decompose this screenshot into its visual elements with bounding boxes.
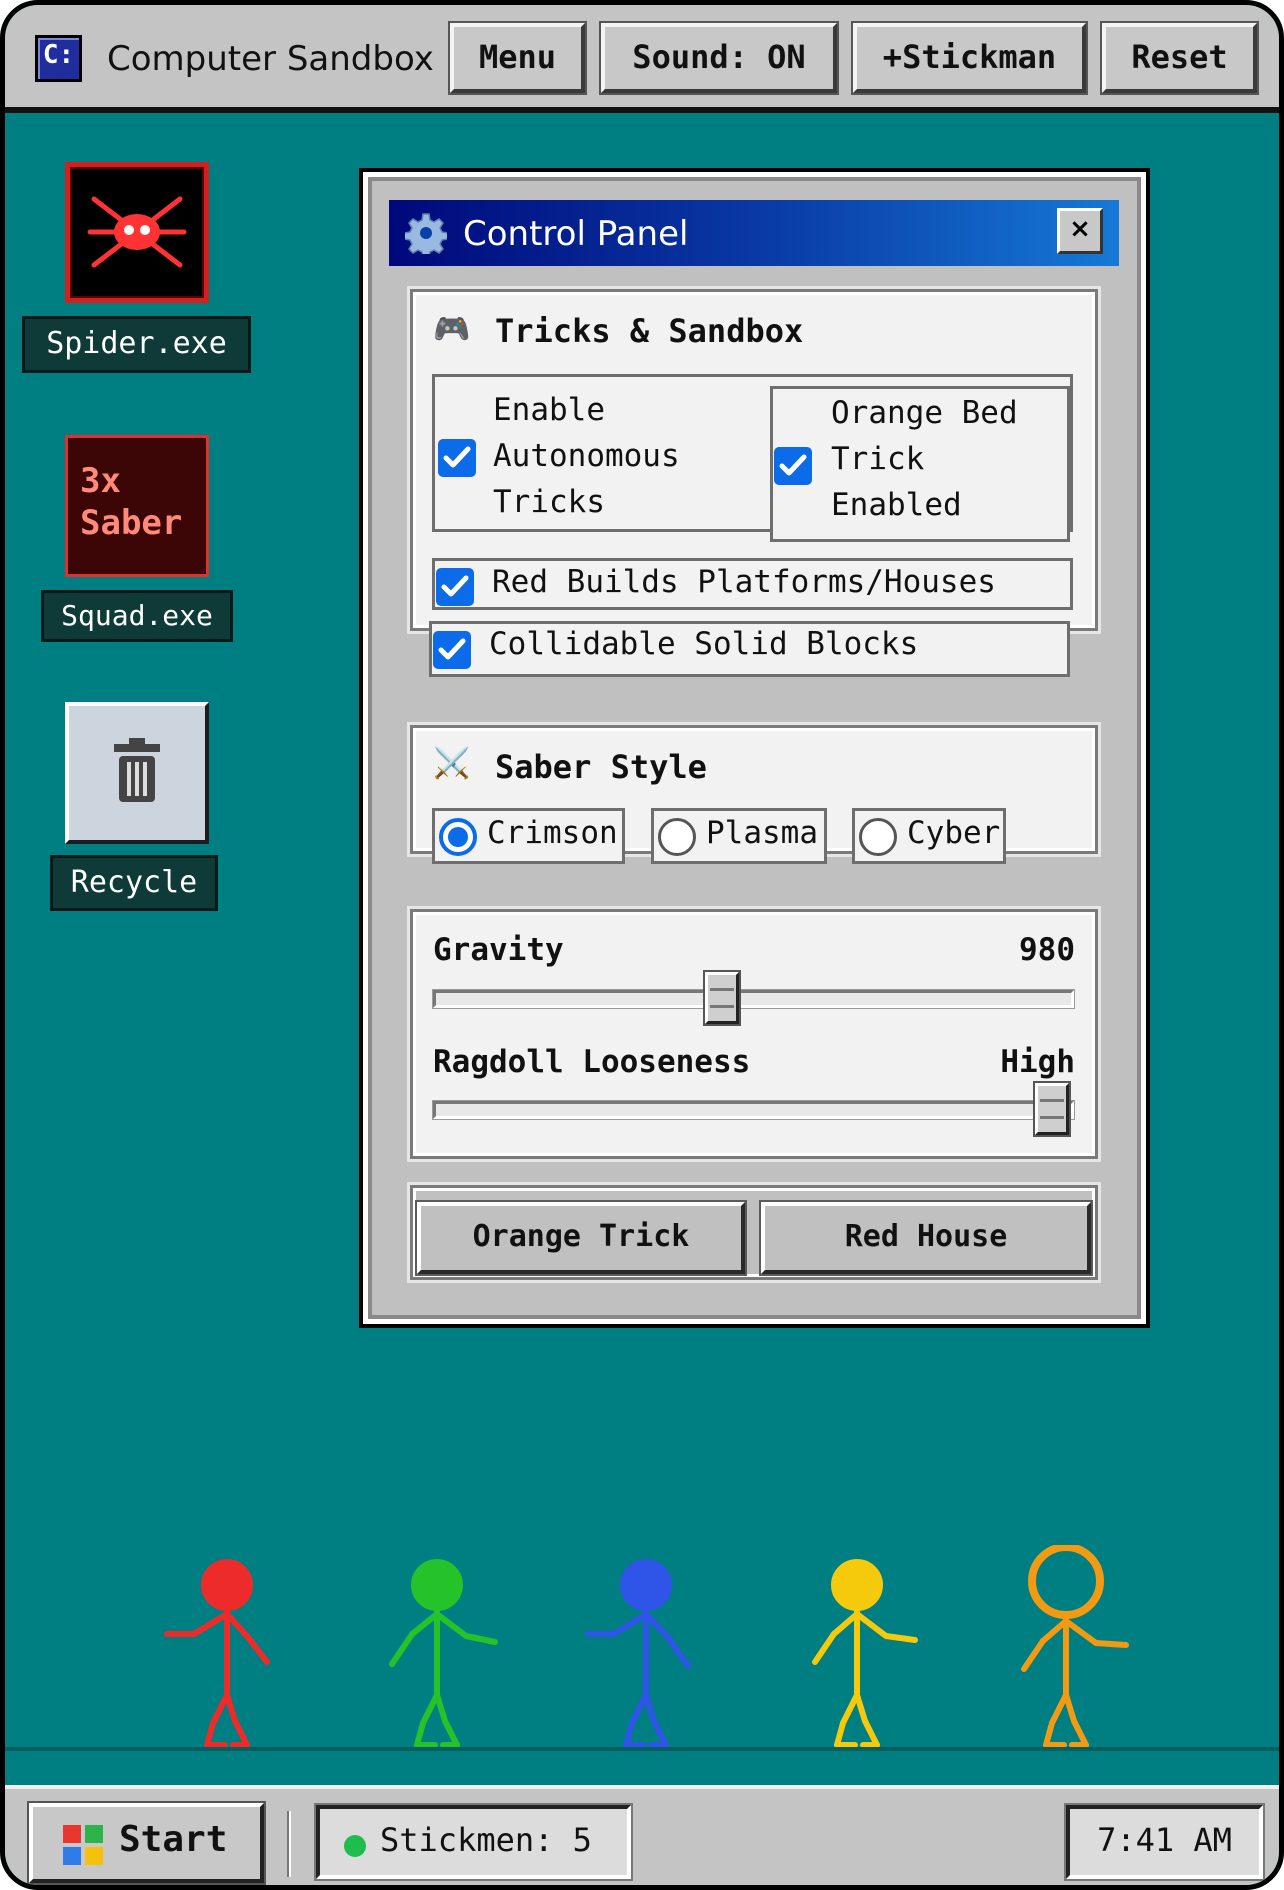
checkmark-icon (438, 638, 466, 660)
spider-label[interactable]: Spider.exe (22, 316, 251, 373)
orange-trick-button[interactable]: Orange Trick (417, 1202, 745, 1274)
stickman-5[interactable] (1021, 1545, 1129, 1748)
orange-bed-trick-label: Orange Bed Trick Enabled (831, 390, 1018, 528)
checkbox-red-builds[interactable] (436, 568, 474, 606)
checkbox-collidable-blocks[interactable] (433, 631, 471, 669)
checkmark-icon (779, 454, 807, 476)
squad-tile-line1: 3x (80, 461, 121, 501)
start-button[interactable]: Start (29, 1803, 264, 1883)
menu-button[interactable]: Menu (450, 23, 585, 93)
gravity-slider-thumb[interactable] (704, 972, 739, 1024)
ragdoll-slider[interactable] (433, 1083, 1074, 1135)
checkmark-icon (443, 446, 471, 468)
recycle-desktop-icon[interactable] (65, 702, 209, 844)
app-title: Computer Sandbox (107, 39, 434, 79)
gear-icon (405, 213, 447, 254)
squad-desktop-icon[interactable]: 3x Saber (65, 435, 209, 577)
checkmark-icon (441, 575, 469, 597)
spider-icon (87, 196, 187, 268)
tricks-sandbox-group: 🎮 Tricks & Sandbox Enable Autonomous Tri… (410, 289, 1098, 631)
taskbar: Start Stickmen: 5 7:41 AM (5, 1785, 1279, 1885)
recycle-label[interactable]: Recycle (50, 855, 218, 911)
radio-cyber[interactable] (859, 818, 897, 856)
autonomous-line3: Tricks (493, 484, 605, 520)
title-bar: C: Computer Sandbox Menu Sound: ON +Stic… (5, 5, 1279, 113)
squad-tile-line2: Saber (80, 503, 183, 543)
crimson-label: Crimson (487, 815, 618, 851)
control-panel-titlebar[interactable]: Control Panel × (389, 200, 1119, 266)
stickmen-count-panel: Stickmen: 5 (316, 1805, 631, 1879)
saber-option-cyber[interactable]: Cyber (852, 808, 1006, 864)
crossed-swords-icon: ⚔️ (433, 746, 471, 781)
ragdoll-label: Ragdoll Looseness (433, 1044, 751, 1080)
stickmen-count: Stickmen: 5 (380, 1821, 592, 1859)
sandbox-screen: C: Computer Sandbox Menu Sound: ON +Stic… (0, 0, 1284, 1890)
ragdoll-value: High (1000, 1044, 1075, 1080)
tricks-group-title: Tricks & Sandbox (495, 312, 804, 350)
cyber-label: Cyber (907, 815, 1001, 851)
clock: 7:41 AM (1066, 1805, 1263, 1879)
windows-logo-icon (63, 1825, 103, 1865)
stickman-3[interactable] (585, 1559, 691, 1748)
saber-group-title: Saber Style (495, 748, 707, 786)
red-builds-option[interactable]: Red Builds Platforms/Houses (432, 558, 1073, 610)
orange-bed-line3: Enabled (831, 487, 962, 523)
add-stickman-button[interactable]: +Stickman (853, 23, 1086, 93)
control-panel-window: Control Panel × 🎮 Tricks & Sandbox Enabl… (359, 168, 1150, 1328)
saber-option-crimson[interactable]: Crimson (432, 808, 625, 864)
orange-bed-line1: Orange Bed (831, 395, 1018, 431)
control-panel-title: Control Panel (463, 214, 689, 254)
gravity-slider[interactable] (433, 972, 1074, 1024)
radio-crimson[interactable] (439, 818, 477, 856)
saber-style-group: ⚔️ Saber Style Crimson Plasma Cyber (410, 725, 1098, 864)
reset-button[interactable]: Reset (1102, 23, 1257, 93)
red-house-button[interactable]: Red House (761, 1202, 1091, 1274)
orange-bed-line2: Trick (831, 441, 925, 477)
checkbox-autonomous-tricks[interactable] (438, 439, 476, 477)
app-icon: C: (35, 35, 82, 82)
actions-group: Orange Trick Red House (410, 1185, 1098, 1280)
start-label: Start (119, 1819, 228, 1860)
saber-option-plasma[interactable]: Plasma (651, 808, 827, 864)
gravity-value: 980 (1019, 932, 1075, 968)
autonomous-line2: Autonomous (493, 438, 680, 474)
checkbox-orange-bed-trick[interactable] (774, 447, 812, 485)
status-dot-icon (344, 1835, 366, 1857)
radio-plasma[interactable] (658, 818, 696, 856)
physics-group: Gravity 980 Ragdoll Looseness High (410, 909, 1098, 1159)
sound-toggle-button[interactable]: Sound: ON (601, 23, 837, 93)
spider-desktop-icon[interactable] (65, 162, 209, 303)
gamepad-icon: 🎮 (433, 312, 471, 347)
gravity-label: Gravity (433, 932, 564, 968)
collidable-blocks-label: Collidable Solid Blocks (489, 626, 919, 662)
trash-icon (114, 738, 160, 802)
stickman-4[interactable] (812, 1559, 918, 1748)
squad-label[interactable]: Squad.exe (41, 590, 233, 642)
autonomous-line1: Enable (493, 392, 605, 428)
ragdoll-slider-thumb[interactable] (1035, 1083, 1069, 1135)
ground-line (5, 1747, 1279, 1751)
plasma-label: Plasma (706, 815, 818, 851)
stickman-2[interactable] (389, 1559, 498, 1748)
collidable-blocks-option[interactable]: Collidable Solid Blocks (429, 621, 1070, 677)
stickmen-scene (164, 1545, 1129, 1748)
autonomous-tricks-label: Enable Autonomous Tricks (493, 387, 680, 525)
red-builds-label: Red Builds Platforms/Houses (492, 564, 996, 600)
close-button[interactable]: × (1057, 208, 1103, 254)
orange-bed-trick-option[interactable]: Orange Bed Trick Enabled (770, 386, 1070, 542)
taskbar-divider (287, 1811, 291, 1877)
stickman-1[interactable] (164, 1559, 270, 1748)
